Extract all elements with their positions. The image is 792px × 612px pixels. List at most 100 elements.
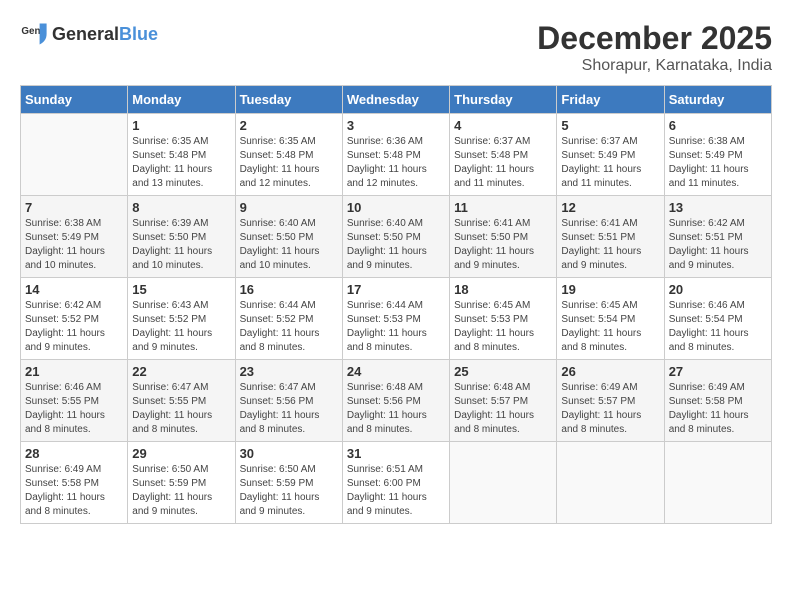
- calendar-cell: 26 Sunrise: 6:49 AM Sunset: 5:57 PM Dayli…: [557, 360, 664, 442]
- weekday-header: Sunday: [21, 86, 128, 114]
- calendar-cell: 3 Sunrise: 6:36 AM Sunset: 5:48 PM Daylig…: [342, 114, 449, 196]
- day-number: 29: [132, 446, 230, 461]
- calendar-cell: [450, 442, 557, 524]
- day-info: Sunrise: 6:49 AM Sunset: 5:58 PM Dayligh…: [25, 463, 123, 519]
- day-number: 1: [132, 118, 230, 133]
- calendar-cell: [664, 442, 771, 524]
- calendar-cell: 14 Sunrise: 6:42 AM Sunset: 5:52 PM Dayli…: [21, 278, 128, 360]
- title-block: December 2025 Shorapur, Karnataka, India: [537, 20, 772, 75]
- calendar-week-row: 28 Sunrise: 6:49 AM Sunset: 5:58 PM Dayli…: [21, 442, 772, 524]
- svg-text:Gen: Gen: [21, 26, 40, 37]
- day-info: Sunrise: 6:35 AM Sunset: 5:48 PM Dayligh…: [240, 135, 338, 191]
- weekday-header: Monday: [128, 86, 235, 114]
- calendar-cell: 5Sunrise: 6:37 AM Sunset: 5:49 PM Daylig…: [557, 114, 664, 196]
- day-number: 6: [669, 118, 767, 133]
- calendar-cell: 7 Sunrise: 6:38 AM Sunset: 5:49 PM Daylig…: [21, 196, 128, 278]
- day-info: Sunrise: 6:42 AM Sunset: 5:51 PM Dayligh…: [669, 217, 767, 273]
- location-title: Shorapur, Karnataka, India: [537, 57, 772, 75]
- day-info: Sunrise: 6:44 AM Sunset: 5:52 PM Dayligh…: [240, 299, 338, 355]
- calendar-cell: 2 Sunrise: 6:35 AM Sunset: 5:48 PM Daylig…: [235, 114, 342, 196]
- day-number: 28: [25, 446, 123, 461]
- day-number: 8: [132, 200, 230, 215]
- calendar-week-row: 14 Sunrise: 6:42 AM Sunset: 5:52 PM Dayli…: [21, 278, 772, 360]
- day-number: 15: [132, 282, 230, 297]
- calendar-cell: 8Sunrise: 6:39 AM Sunset: 5:50 PM Daylig…: [128, 196, 235, 278]
- day-info: Sunrise: 6:51 AM Sunset: 6:00 PM Dayligh…: [347, 463, 445, 519]
- logo-text-blue: Blue: [119, 24, 158, 44]
- day-number: 4: [454, 118, 552, 133]
- day-info: Sunrise: 6:45 AM Sunset: 5:54 PM Dayligh…: [561, 299, 659, 355]
- day-number: 14: [25, 282, 123, 297]
- day-info: Sunrise: 6:41 AM Sunset: 5:50 PM Dayligh…: [454, 217, 552, 273]
- day-number: 17: [347, 282, 445, 297]
- day-info: Sunrise: 6:43 AM Sunset: 5:52 PM Dayligh…: [132, 299, 230, 355]
- calendar-cell: 27 Sunrise: 6:49 AM Sunset: 5:58 PM Dayli…: [664, 360, 771, 442]
- weekday-header: Wednesday: [342, 86, 449, 114]
- day-number: 20: [669, 282, 767, 297]
- day-info: Sunrise: 6:45 AM Sunset: 5:53 PM Dayligh…: [454, 299, 552, 355]
- day-number: 23: [240, 364, 338, 379]
- day-info: Sunrise: 6:40 AM Sunset: 5:50 PM Dayligh…: [240, 217, 338, 273]
- calendar-body: 1 Sunrise: 6:35 AM Sunset: 5:48 PM Daylig…: [21, 114, 772, 524]
- calendar-week-row: 1 Sunrise: 6:35 AM Sunset: 5:48 PM Daylig…: [21, 114, 772, 196]
- day-number: 10: [347, 200, 445, 215]
- calendar-cell: 1 Sunrise: 6:35 AM Sunset: 5:48 PM Daylig…: [128, 114, 235, 196]
- calendar-cell: [21, 114, 128, 196]
- calendar-cell: 28 Sunrise: 6:49 AM Sunset: 5:58 PM Dayli…: [21, 442, 128, 524]
- day-number: 2: [240, 118, 338, 133]
- day-number: 3: [347, 118, 445, 133]
- calendar-cell: 6 Sunrise: 6:38 AM Sunset: 5:49 PM Daylig…: [664, 114, 771, 196]
- day-info: Sunrise: 6:50 AM Sunset: 5:59 PM Dayligh…: [132, 463, 230, 519]
- day-info: Sunrise: 6:48 AM Sunset: 5:57 PM Dayligh…: [454, 381, 552, 437]
- day-number: 5: [561, 118, 659, 133]
- calendar-week-row: 21Sunrise: 6:46 AM Sunset: 5:55 PM Dayli…: [21, 360, 772, 442]
- weekday-header: Friday: [557, 86, 664, 114]
- day-number: 11: [454, 200, 552, 215]
- calendar-cell: 13 Sunrise: 6:42 AM Sunset: 5:51 PM Dayli…: [664, 196, 771, 278]
- day-number: 30: [240, 446, 338, 461]
- day-number: 13: [669, 200, 767, 215]
- day-info: Sunrise: 6:38 AM Sunset: 5:49 PM Dayligh…: [25, 217, 123, 273]
- day-info: Sunrise: 6:36 AM Sunset: 5:48 PM Dayligh…: [347, 135, 445, 191]
- day-number: 27: [669, 364, 767, 379]
- day-info: Sunrise: 6:35 AM Sunset: 5:48 PM Dayligh…: [132, 135, 230, 191]
- day-info: Sunrise: 6:46 AM Sunset: 5:54 PM Dayligh…: [669, 299, 767, 355]
- day-number: 18: [454, 282, 552, 297]
- calendar-cell: 22Sunrise: 6:47 AM Sunset: 5:55 PM Dayli…: [128, 360, 235, 442]
- calendar-cell: 11 Sunrise: 6:41 AM Sunset: 5:50 PM Dayli…: [450, 196, 557, 278]
- calendar-cell: 20 Sunrise: 6:46 AM Sunset: 5:54 PM Dayli…: [664, 278, 771, 360]
- day-info: Sunrise: 6:38 AM Sunset: 5:49 PM Dayligh…: [669, 135, 767, 191]
- day-info: Sunrise: 6:42 AM Sunset: 5:52 PM Dayligh…: [25, 299, 123, 355]
- calendar-cell: 31Sunrise: 6:51 AM Sunset: 6:00 PM Dayli…: [342, 442, 449, 524]
- calendar-cell: 10 Sunrise: 6:40 AM Sunset: 5:50 PM Dayli…: [342, 196, 449, 278]
- weekday-header: Thursday: [450, 86, 557, 114]
- logo-text-general: General: [52, 24, 119, 44]
- calendar-cell: 29 Sunrise: 6:50 AM Sunset: 5:59 PM Dayli…: [128, 442, 235, 524]
- day-info: Sunrise: 6:37 AM Sunset: 5:48 PM Dayligh…: [454, 135, 552, 191]
- day-number: 26: [561, 364, 659, 379]
- day-number: 24: [347, 364, 445, 379]
- weekday-header: Tuesday: [235, 86, 342, 114]
- month-title: December 2025: [537, 20, 772, 57]
- calendar-cell: 12Sunrise: 6:41 AM Sunset: 5:51 PM Dayli…: [557, 196, 664, 278]
- day-info: Sunrise: 6:44 AM Sunset: 5:53 PM Dayligh…: [347, 299, 445, 355]
- calendar-cell: 25 Sunrise: 6:48 AM Sunset: 5:57 PM Dayli…: [450, 360, 557, 442]
- day-info: Sunrise: 6:49 AM Sunset: 5:58 PM Dayligh…: [669, 381, 767, 437]
- calendar-cell: [557, 442, 664, 524]
- calendar-cell: 24Sunrise: 6:48 AM Sunset: 5:56 PM Dayli…: [342, 360, 449, 442]
- logo-icon: Gen: [20, 20, 48, 48]
- day-number: 16: [240, 282, 338, 297]
- day-number: 25: [454, 364, 552, 379]
- calendar-week-row: 7 Sunrise: 6:38 AM Sunset: 5:49 PM Daylig…: [21, 196, 772, 278]
- weekday-header: Saturday: [664, 86, 771, 114]
- day-info: Sunrise: 6:40 AM Sunset: 5:50 PM Dayligh…: [347, 217, 445, 273]
- calendar-cell: 19Sunrise: 6:45 AM Sunset: 5:54 PM Dayli…: [557, 278, 664, 360]
- day-number: 7: [25, 200, 123, 215]
- day-info: Sunrise: 6:47 AM Sunset: 5:56 PM Dayligh…: [240, 381, 338, 437]
- day-info: Sunrise: 6:47 AM Sunset: 5:55 PM Dayligh…: [132, 381, 230, 437]
- calendar-cell: 9Sunrise: 6:40 AM Sunset: 5:50 PM Daylig…: [235, 196, 342, 278]
- calendar-cell: 23 Sunrise: 6:47 AM Sunset: 5:56 PM Dayli…: [235, 360, 342, 442]
- calendar-cell: 18 Sunrise: 6:45 AM Sunset: 5:53 PM Dayli…: [450, 278, 557, 360]
- day-info: Sunrise: 6:49 AM Sunset: 5:57 PM Dayligh…: [561, 381, 659, 437]
- logo: Gen GeneralBlue: [20, 20, 158, 48]
